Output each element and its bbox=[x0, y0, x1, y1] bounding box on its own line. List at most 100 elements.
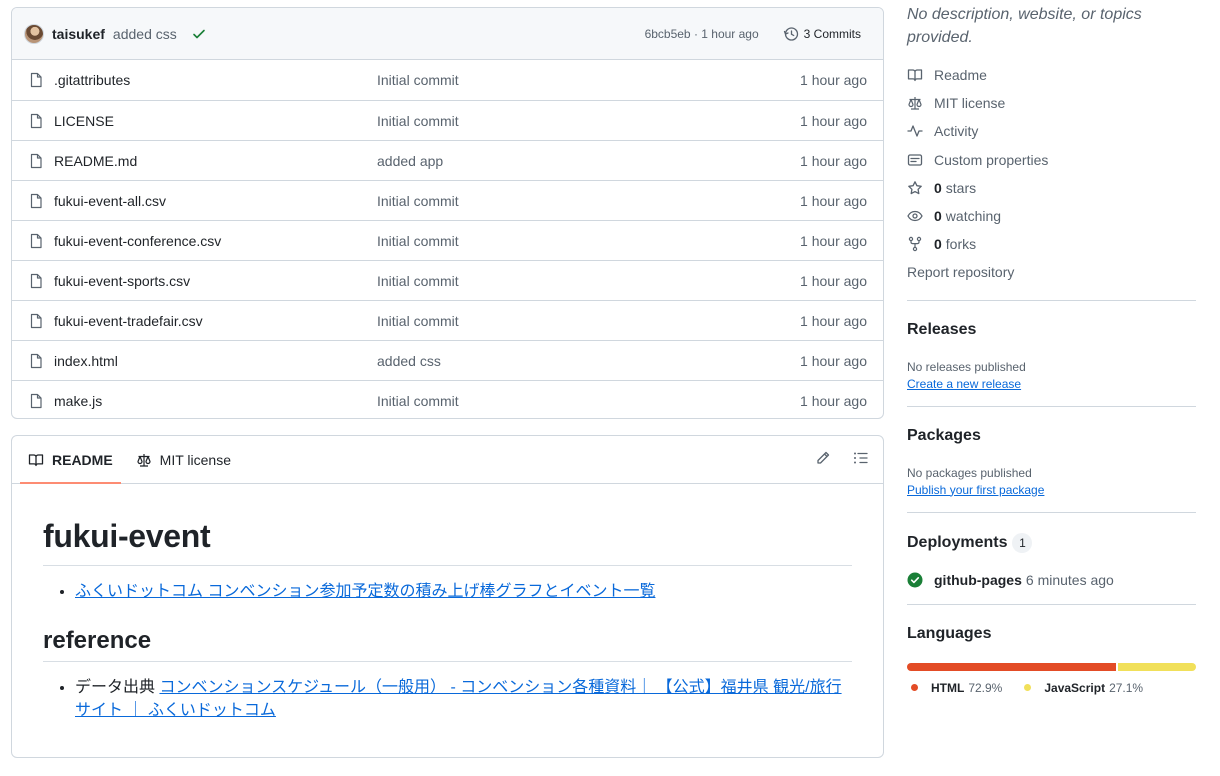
file-commit-message-link[interactable]: added app bbox=[377, 153, 800, 169]
forks-link[interactable]: 0 forks bbox=[907, 230, 1196, 258]
file-name-link[interactable]: index.html bbox=[54, 353, 377, 369]
file-browser: taisukef added css 6bcb5eb · 1 hour ago … bbox=[11, 7, 884, 419]
publish-package-link[interactable]: Publish your first package bbox=[907, 483, 1044, 497]
reference-link[interactable]: コンベンションスケジュール（一般用） - コンベンション各種資料｜ 【公式】福井… bbox=[75, 679, 842, 719]
file-name-link[interactable]: .gitattributes bbox=[54, 72, 377, 88]
table-row[interactable]: LICENSE Initial commit 1 hour ago bbox=[12, 100, 883, 140]
about-readme-link[interactable]: Readme bbox=[907, 61, 1196, 89]
table-row[interactable]: fukui-event-sports.csv Initial commit 1 ho… bbox=[12, 260, 883, 300]
watching-count: 0 bbox=[934, 208, 942, 225]
deployments-count-badge: 1 bbox=[1012, 532, 1033, 553]
table-row[interactable]: fukui-event-all.csv Initial commit 1 hour … bbox=[12, 180, 883, 220]
about-list: Readme MIT license Activity Custom prope… bbox=[907, 61, 1196, 287]
fukui-com-link[interactable]: ふくいドットコム コンベンション参加予定数の積み上げ棒グラフとイベント一覧 bbox=[75, 583, 655, 600]
tab-mit-license-label: MIT license bbox=[159, 451, 231, 468]
file-commit-message-link[interactable]: Initial commit bbox=[377, 72, 800, 88]
file-name-link[interactable]: make.js bbox=[54, 393, 377, 409]
file-icon bbox=[28, 72, 44, 88]
file-name-link[interactable]: LICENSE bbox=[54, 113, 377, 129]
about-custom-properties-link[interactable]: Custom properties bbox=[907, 146, 1196, 174]
table-row[interactable]: fukui-event-tradefair.csv Initial commit 1… bbox=[12, 300, 883, 340]
table-row[interactable]: README.md added app 1 hour ago bbox=[12, 140, 883, 180]
eye-icon bbox=[907, 210, 923, 222]
about-license-link[interactable]: MIT license bbox=[907, 89, 1196, 117]
file-commit-time: 1 hour ago bbox=[800, 352, 867, 369]
about-readme-label: Readme bbox=[934, 67, 987, 84]
language-legend-item[interactable]: JavaScript 27.1% bbox=[1024, 681, 1143, 695]
deployments-title: Deployments bbox=[907, 533, 1008, 551]
book-icon bbox=[907, 69, 923, 82]
deployment-item[interactable]: github-pages 6 minutes ago bbox=[907, 572, 1196, 588]
releases-empty-text: No releases published bbox=[907, 359, 1026, 374]
about-custom-properties-label: Custom properties bbox=[934, 151, 1049, 168]
report-repository-link[interactable]: Report repository bbox=[907, 258, 1196, 286]
file-icon bbox=[28, 233, 44, 249]
table-row[interactable]: index.html added css 1 hour ago bbox=[12, 340, 883, 380]
file-commit-time: 1 hour ago bbox=[800, 192, 867, 209]
languages-heading: Languages bbox=[907, 624, 992, 642]
file-icon bbox=[28, 193, 44, 209]
note-icon bbox=[907, 154, 923, 166]
readme-content: fukui-event ふくいドットコム コンベンション参加予定数の積み上げ棒グ… bbox=[12, 518, 883, 722]
file-name-link[interactable]: fukui-event-sports.csv bbox=[54, 273, 377, 289]
deployments-heading[interactable]: Deployments 1 bbox=[907, 532, 1196, 553]
check-icon[interactable] bbox=[191, 26, 207, 42]
law-icon bbox=[137, 453, 151, 467]
releases-heading[interactable]: Releases bbox=[907, 321, 1196, 339]
commit-message[interactable]: added css bbox=[113, 26, 177, 42]
file-commit-time: 1 hour ago bbox=[800, 392, 867, 409]
commit-author[interactable]: taisukef bbox=[52, 26, 105, 42]
law-icon bbox=[908, 97, 922, 110]
table-row[interactable]: fukui-event-conference.csv Initial commit… bbox=[12, 220, 883, 260]
watching-link[interactable]: 0 watching bbox=[907, 202, 1196, 230]
list-item: データ出典 コンベンションスケジュール（一般用） - コンベンション各種資料｜ … bbox=[75, 676, 852, 722]
file-commit-message-link[interactable]: Initial commit bbox=[377, 313, 800, 329]
file-name-link[interactable]: fukui-event-tradefair.csv bbox=[54, 313, 377, 329]
create-release-link[interactable]: Create a new release bbox=[907, 377, 1021, 391]
file-icon bbox=[28, 273, 44, 289]
language-bar bbox=[907, 662, 1196, 671]
file-commit-time: 1 hour ago bbox=[800, 312, 867, 329]
pencil-icon[interactable] bbox=[815, 450, 831, 466]
file-commit-time: 1 hour ago bbox=[800, 72, 867, 88]
commit-hash-time[interactable]: 6bcb5eb · 1 hour ago bbox=[645, 27, 759, 41]
packages-heading[interactable]: Packages bbox=[907, 427, 1196, 445]
language-legend-item[interactable]: HTML 72.9% bbox=[911, 681, 1002, 695]
about-activity-link[interactable]: Activity bbox=[907, 117, 1196, 145]
language-color-dot bbox=[911, 684, 918, 691]
file-name-link[interactable]: README.md bbox=[54, 153, 377, 169]
language-name: HTML bbox=[931, 680, 965, 695]
file-commit-message-link[interactable]: Initial commit bbox=[377, 193, 800, 209]
table-row[interactable]: make.js Initial commit 1 hour ago bbox=[12, 380, 883, 418]
tab-mit-license[interactable]: MIT license bbox=[128, 436, 239, 483]
stars-label: stars bbox=[945, 179, 977, 196]
commits-history-link[interactable]: 3 Commits bbox=[775, 22, 869, 46]
avatar[interactable] bbox=[24, 23, 44, 44]
file-name-link[interactable]: fukui-event-all.csv bbox=[54, 193, 377, 209]
file-icon bbox=[28, 153, 44, 169]
file-commit-message-link[interactable]: added css bbox=[377, 353, 800, 369]
language-legend: HTML 72.9% JavaScript 27.1% bbox=[907, 681, 1196, 695]
reference-prefix: データ出典 bbox=[75, 679, 160, 696]
file-commit-time: 1 hour ago bbox=[800, 112, 867, 129]
file-commit-time: 1 hour ago bbox=[800, 232, 867, 249]
tab-readme[interactable]: README bbox=[20, 436, 121, 484]
file-commit-message-link[interactable]: Initial commit bbox=[377, 113, 800, 129]
language-bar-segment bbox=[1118, 662, 1196, 671]
file-commit-time: 1 hour ago bbox=[800, 152, 867, 169]
file-commit-message-link[interactable]: Initial commit bbox=[377, 273, 800, 289]
forks-count: 0 bbox=[934, 236, 942, 253]
file-commit-message-link[interactable]: Initial commit bbox=[377, 233, 800, 249]
table-row[interactable]: .gitattributes Initial commit 1 hour ago bbox=[12, 60, 883, 100]
outline-list-icon[interactable] bbox=[853, 450, 869, 466]
file-list: .gitattributes Initial commit 1 hour ago LI… bbox=[12, 60, 883, 418]
stars-link[interactable]: 0 stars bbox=[907, 174, 1196, 202]
check-circle-icon bbox=[907, 572, 923, 587]
language-bar-segment bbox=[907, 662, 1117, 671]
file-commit-message-link[interactable]: Initial commit bbox=[377, 393, 800, 409]
file-commit-time: 1 hour ago bbox=[800, 272, 867, 289]
commits-count-label: 3 Commits bbox=[803, 26, 861, 41]
file-icon bbox=[28, 313, 44, 329]
about-license-label: MIT license bbox=[934, 95, 1006, 112]
file-name-link[interactable]: fukui-event-conference.csv bbox=[54, 233, 377, 249]
